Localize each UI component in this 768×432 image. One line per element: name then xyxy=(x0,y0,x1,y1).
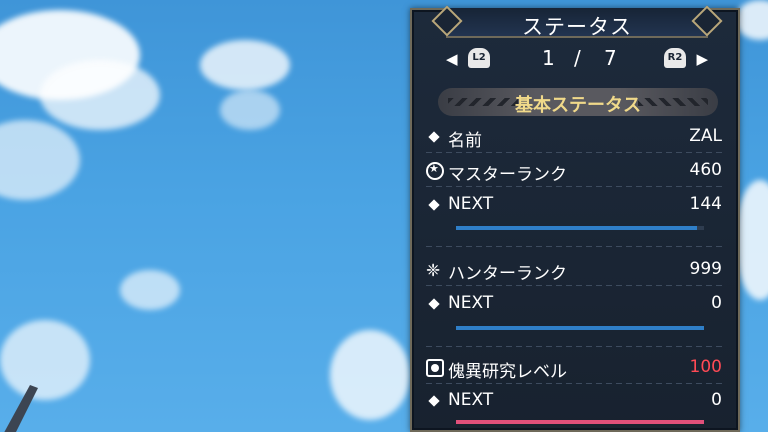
section-header: 基本ステータス xyxy=(438,88,718,116)
row-divider xyxy=(426,285,726,286)
anomaly-research-icon xyxy=(426,359,444,377)
master-rank-progress-fill xyxy=(456,226,697,230)
tower-silhouette xyxy=(4,385,38,432)
page-separator: / xyxy=(574,46,581,70)
row-value: 999 xyxy=(689,259,722,279)
status-panel: ステータス ◀ L2 1 / 7 R2 ▶ 基本ステータス 名前 ZAL マスタ… xyxy=(410,8,740,432)
hunter-rank-progress-fill xyxy=(456,326,704,330)
status-row-master-next: NEXT 144 xyxy=(426,190,732,220)
diamond-icon xyxy=(426,392,444,410)
r2-button-icon[interactable]: R2 xyxy=(664,48,686,68)
hunter-rank-icon: ❈ xyxy=(426,261,441,281)
row-divider xyxy=(426,246,726,247)
l2-button-icon[interactable]: L2 xyxy=(468,48,490,68)
row-divider xyxy=(426,346,726,347)
page-navigator: ◀ L2 1 / 7 R2 ▶ xyxy=(446,46,708,72)
row-divider xyxy=(426,383,726,384)
panel-title-bar: ステータス xyxy=(446,8,708,39)
current-page: 1 xyxy=(542,46,555,70)
status-row-anomaly-research: 傀異研究レベル 100 xyxy=(426,353,732,383)
diamond-icon xyxy=(426,128,444,146)
hunter-rank-progress-bar xyxy=(456,326,704,330)
row-label: NEXT xyxy=(448,293,494,313)
status-row-name: 名前 ZAL xyxy=(426,122,732,152)
row-value: 0 xyxy=(711,390,722,410)
master-rank-icon xyxy=(426,162,444,180)
status-row-hunter-rank: ❈ ハンターランク 999 xyxy=(426,255,732,285)
row-label: NEXT xyxy=(448,390,494,410)
status-row-master-rank: マスターランク 460 xyxy=(426,156,732,186)
row-divider xyxy=(426,186,726,187)
row-label: ハンターランク xyxy=(448,264,567,284)
row-label: 名前 xyxy=(448,131,482,151)
diamond-icon xyxy=(426,196,444,214)
anomaly-research-progress-bar xyxy=(456,420,704,424)
row-label: NEXT xyxy=(448,194,494,214)
row-value: 460 xyxy=(689,160,722,180)
row-divider xyxy=(426,152,726,153)
total-pages: 7 xyxy=(604,46,617,70)
prev-page-arrow-icon[interactable]: ◀ xyxy=(446,50,458,68)
panel-title: ステータス xyxy=(522,15,632,39)
next-page-arrow-icon[interactable]: ▶ xyxy=(696,50,708,68)
row-label: 傀異研究レベル xyxy=(448,362,567,382)
row-label: マスターランク xyxy=(448,165,567,185)
master-rank-progress-bar xyxy=(456,226,704,230)
section-title: 基本ステータス xyxy=(515,95,641,116)
row-value: ZAL xyxy=(689,126,722,146)
status-row-hunter-next: NEXT 0 xyxy=(426,289,732,319)
row-value: 144 xyxy=(689,194,722,214)
row-value: 0 xyxy=(711,293,722,313)
status-row-anomaly-next: NEXT 0 xyxy=(426,386,732,416)
row-value: 100 xyxy=(689,357,722,377)
anomaly-research-progress-fill xyxy=(456,420,704,424)
diamond-icon xyxy=(426,295,444,313)
